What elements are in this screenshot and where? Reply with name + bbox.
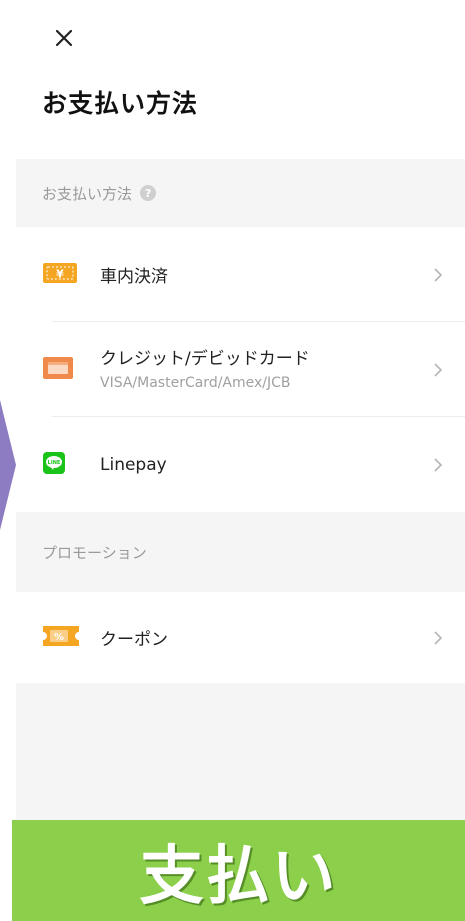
line-icon: LINE <box>43 451 65 478</box>
close-button[interactable] <box>44 18 84 58</box>
coupon-icon-glyph: % <box>54 632 64 643</box>
chevron-right-icon <box>434 362 443 377</box>
payment-method-credit-card[interactable]: クレジット/デビッドカード VISA/MasterCard/Amex/JCB <box>16 322 465 417</box>
help-icon[interactable]: ? <box>140 185 157 201</box>
payment-method-text: 車内決済 <box>100 262 168 287</box>
payment-method-text: Linepay <box>100 455 167 475</box>
chevron-right-icon <box>434 630 443 645</box>
payment-method-linepay[interactable]: LINE Linepay <box>16 417 465 512</box>
payment-methods-screen: お支払い方法 お支払い方法 ? ¥ 車内決済 クレジット/デビッドカード VIS… <box>16 0 465 921</box>
caption-banner-text: 支払い <box>139 839 338 914</box>
page-title: お支払い方法 <box>42 89 199 118</box>
promotion-text: クーポン <box>100 625 168 650</box>
line-icon-glyph: LINE <box>48 460 61 466</box>
promotion-coupon[interactable]: % クーポン <box>16 592 465 683</box>
caption-banner: 支払い <box>12 820 465 921</box>
payment-method-in-car[interactable]: ¥ 車内決済 <box>16 227 465 322</box>
cash-icon: ¥ <box>43 262 77 287</box>
payment-method-text: クレジット/デビッドカード VISA/MasterCard/Amex/JCB <box>100 344 310 391</box>
section-header-payment: お支払い方法 ? <box>16 159 465 227</box>
section-title: お支払い方法 <box>42 184 133 203</box>
chevron-right-icon <box>434 267 443 282</box>
payment-method-sublabel: VISA/MasterCard/Amex/JCB <box>100 375 291 391</box>
payment-method-label: Linepay <box>100 454 167 475</box>
coupon-icon: % <box>43 625 79 650</box>
chevron-right-icon <box>434 457 443 472</box>
section-title: プロモーション <box>42 543 147 562</box>
close-icon <box>55 29 73 47</box>
cash-icon-glyph: ¥ <box>56 267 64 280</box>
credit-card-icon <box>43 356 73 383</box>
payment-method-label: 車内決済 <box>100 267 168 287</box>
payment-method-label: クレジット/デビッドカード <box>100 349 310 369</box>
section-header-promotion: プロモーション <box>16 512 465 592</box>
pointer-arrow-decoration <box>0 400 16 530</box>
promotion-label: クーポン <box>100 630 168 650</box>
